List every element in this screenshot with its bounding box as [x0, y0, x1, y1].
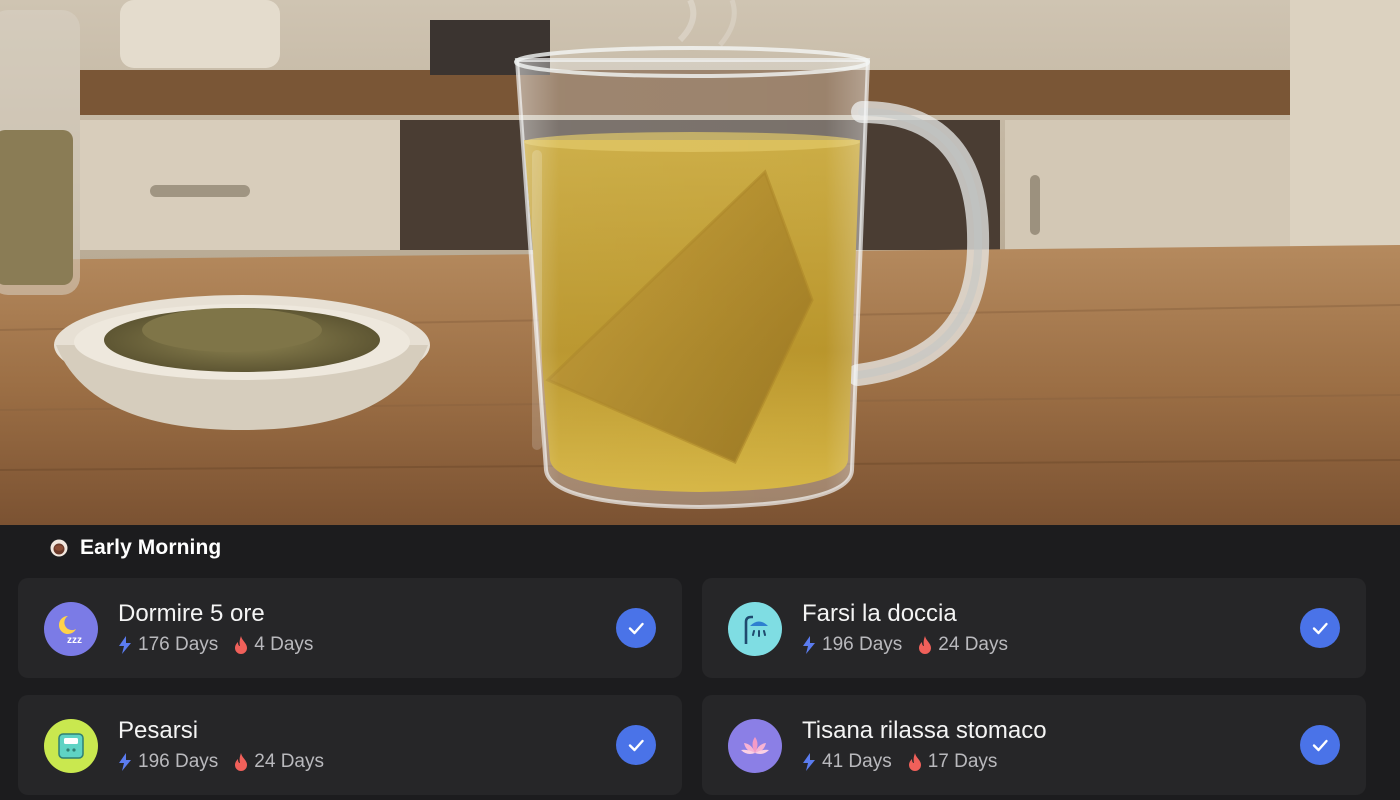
complete-check-button[interactable] — [1300, 608, 1340, 648]
section-title: Early Morning — [80, 536, 222, 559]
habit-title: Farsi la doccia — [802, 600, 957, 627]
tea-mug-photo — [0, 0, 1400, 525]
total-days: 196 Days — [822, 634, 903, 655]
total-days-stat: 196 Days — [802, 634, 902, 656]
flame-icon — [919, 636, 932, 654]
total-days-stat: 176 Days — [118, 634, 218, 656]
total-days: 41 Days — [822, 751, 892, 772]
hero-image — [0, 0, 1400, 525]
total-days: 176 Days — [138, 634, 219, 655]
total-days: 196 Days — [138, 751, 219, 772]
lightning-icon — [803, 636, 815, 654]
coffee-cup-icon — [50, 539, 68, 557]
moon-sleep-icon: zzz — [44, 602, 98, 656]
habit-title: Pesarsi — [118, 717, 199, 744]
habit-title: Dormire 5 ore — [118, 600, 265, 627]
habit-stats: 196 Days 24 Days — [802, 633, 1008, 657]
lotus-icon — [728, 719, 782, 773]
flame-icon — [908, 753, 921, 771]
complete-check-button[interactable] — [1300, 725, 1340, 765]
habit-stats: 176 Days 4 Days — [118, 633, 313, 657]
checkmark-icon — [1312, 739, 1328, 752]
habit-stats: 196 Days 24 Days — [118, 750, 324, 774]
shower-icon — [728, 602, 782, 656]
total-days-stat: 41 Days — [802, 751, 892, 773]
lightning-icon — [119, 636, 131, 654]
habit-card-dormire[interactable]: zzz Dormire 5 ore 176 Days 4 Days — [18, 578, 682, 678]
streak-stat: 17 Days — [908, 751, 998, 773]
scale-icon — [44, 719, 98, 773]
flame-icon — [235, 753, 248, 771]
habit-card-doccia[interactable]: Farsi la doccia 196 Days 24 Days — [702, 578, 1366, 678]
streak-stat: 4 Days — [234, 634, 313, 656]
checkmark-icon — [628, 739, 644, 752]
streak-stat: 24 Days — [234, 751, 324, 773]
streak-days: 24 Days — [254, 751, 324, 772]
habit-card-pesarsi[interactable]: Pesarsi 196 Days 24 Days — [18, 695, 682, 795]
svg-text:zzz: zzz — [67, 635, 82, 646]
streak-days: 24 Days — [938, 634, 1008, 655]
checkmark-icon — [628, 622, 644, 635]
complete-check-button[interactable] — [616, 608, 656, 648]
lightning-icon — [803, 753, 815, 771]
streak-stat: 24 Days — [918, 634, 1008, 656]
complete-check-button[interactable] — [616, 725, 656, 765]
streak-days: 17 Days — [927, 751, 998, 772]
habit-stats: 41 Days 17 Days — [802, 750, 997, 774]
section-header: Early Morning — [50, 535, 221, 561]
checkmark-icon — [1312, 622, 1328, 635]
habit-card-tisana[interactable]: Tisana rilassa stomaco 41 Days 17 Days — [702, 695, 1366, 795]
streak-days: 4 Days — [254, 634, 314, 655]
lightning-icon — [119, 753, 131, 771]
total-days-stat: 196 Days — [118, 751, 218, 773]
flame-icon — [235, 636, 248, 654]
habit-title: Tisana rilassa stomaco — [802, 717, 1047, 744]
